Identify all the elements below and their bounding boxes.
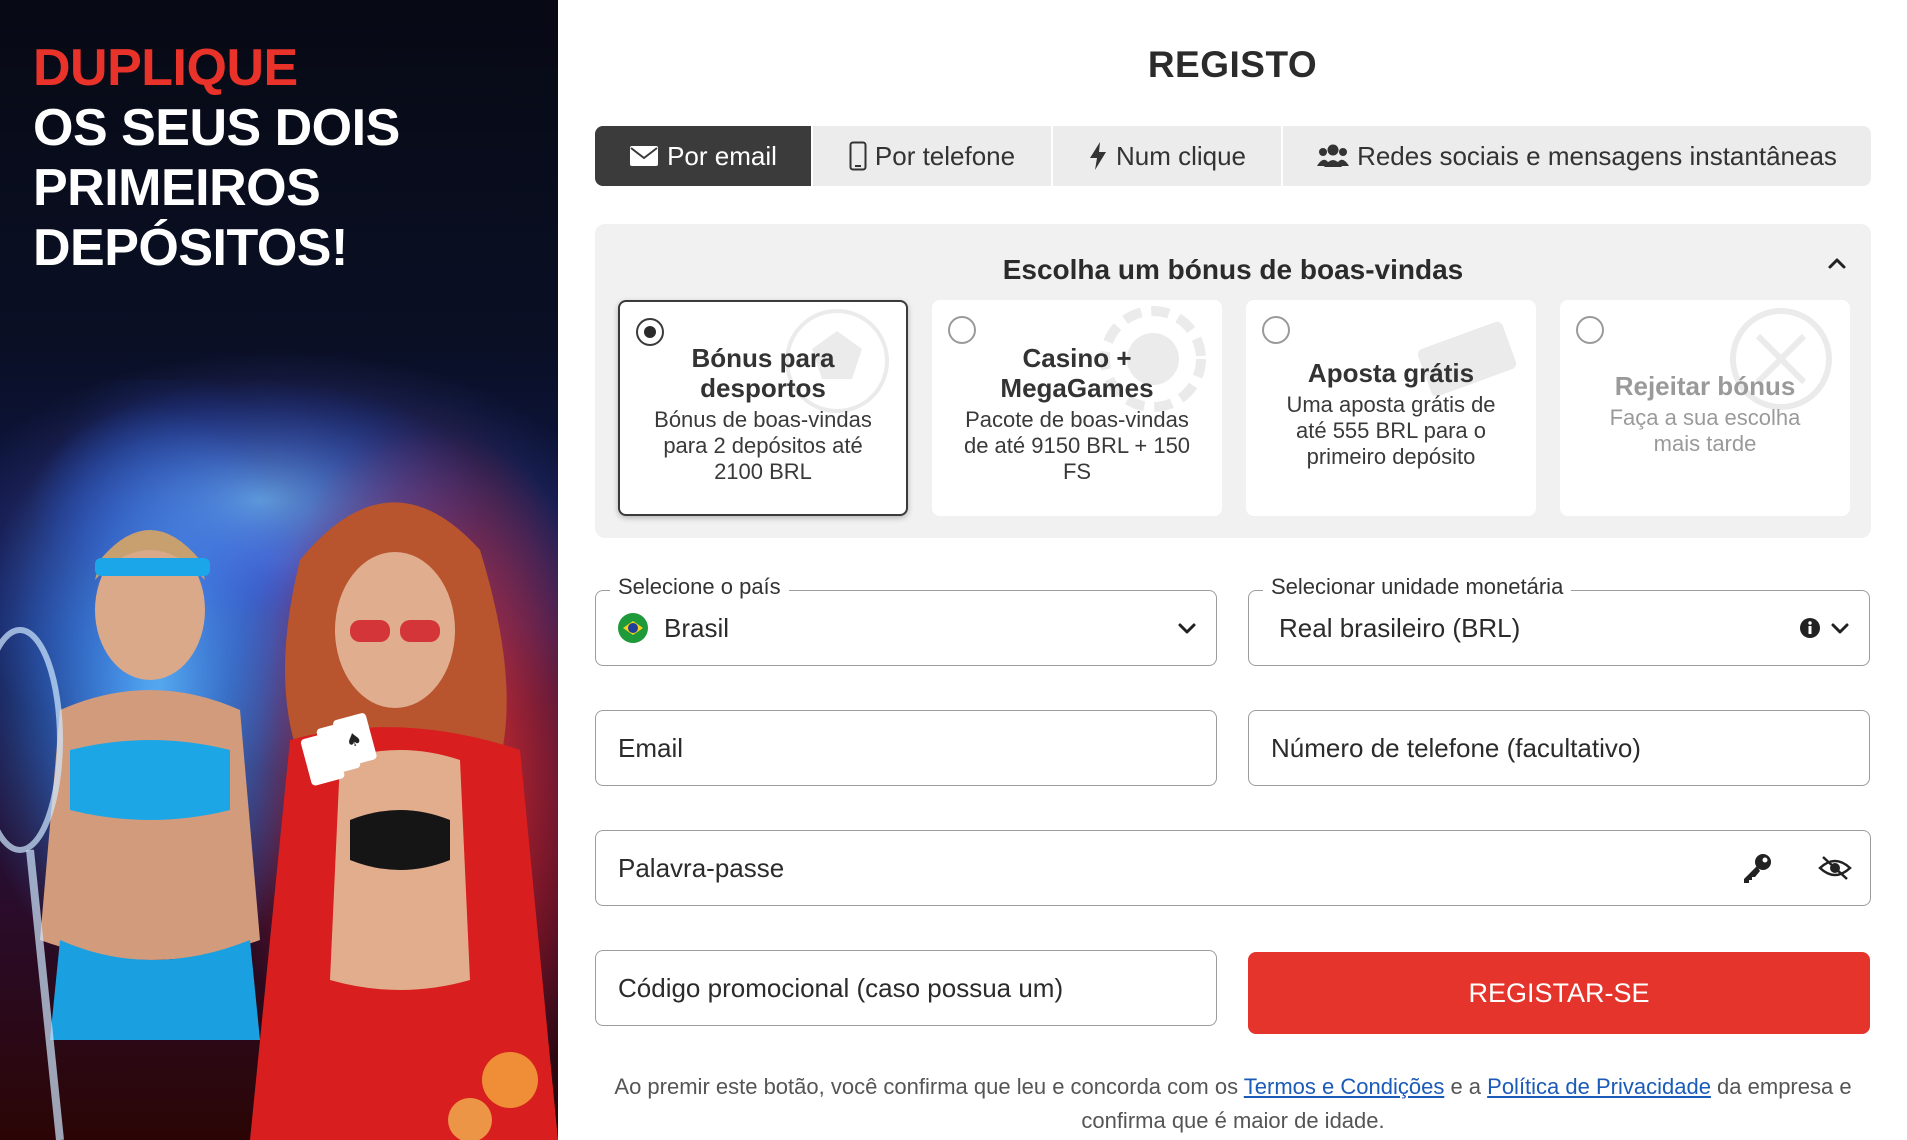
lightning-icon <box>1089 142 1106 170</box>
currency-select[interactable]: Selecionar unidade monetária Real brasil… <box>1248 574 1870 666</box>
bonus-radio-reject[interactable] <box>1576 316 1604 344</box>
bonus-section-title: Escolha um bónus de boas-vindas <box>1002 254 1464 285</box>
bonus-option-title: Rejeitar bónus <box>1614 371 1796 401</box>
bonus-radio-free-bet[interactable] <box>1262 316 1290 344</box>
terms-link[interactable]: Termos e Condições <box>1244 1074 1445 1099</box>
bonus-option-sports[interactable]: Bónus para desportos Bónus de boas-vinda… <box>618 300 908 516</box>
promo-headline: DUPLIQUE OS SEUS DOIS PRIMEIROS DEPÓSITO… <box>33 38 400 278</box>
promo-line-1: DUPLIQUE <box>33 39 298 97</box>
tab-one-click-label: Num clique <box>1115 140 1247 171</box>
promo-line-2: OS SEUS DOIS <box>33 99 400 157</box>
tab-email[interactable]: Por email <box>595 126 813 186</box>
password-placeholder: Palavra-passe <box>618 852 785 883</box>
bonus-option-title: Aposta grátis <box>1307 358 1475 388</box>
email-field[interactable]: Email <box>595 710 1217 786</box>
email-placeholder: Email <box>618 732 684 763</box>
brazil-flag-icon <box>618 613 648 643</box>
tab-social-label: Redes sociais e mensagens instantâneas <box>1357 140 1837 171</box>
eye-slash-icon[interactable] <box>1818 854 1852 882</box>
password-field[interactable]: Palavra-passe <box>595 830 1871 906</box>
bonus-radio-casino[interactable] <box>948 316 976 344</box>
currency-legend: Selecionar unidade monetária <box>1263 574 1572 600</box>
users-icon <box>1317 144 1350 167</box>
bonus-option-desc: Faça a sua escolha mais tarde <box>1609 405 1801 456</box>
chevron-down-icon <box>1178 623 1196 634</box>
bonus-option-reject[interactable]: Rejeitar bónus Faça a sua escolha mais t… <box>1560 300 1850 516</box>
legal-middle: e a <box>1444 1074 1488 1099</box>
register-button[interactable]: REGISTAR-SE <box>1248 952 1870 1034</box>
chevron-down-icon <box>1831 623 1849 634</box>
welcome-bonus-section: Escolha um bónus de boas-vindas Bónus pa… <box>595 224 1871 538</box>
country-value: Brasil <box>664 612 730 643</box>
bonus-option-casino[interactable]: Casino + MegaGames Pacote de boas-vindas… <box>932 300 1222 516</box>
envelope-icon <box>630 146 659 166</box>
phone-field[interactable]: Número de telefone (facultativo) <box>1248 710 1870 786</box>
promo-code-field[interactable]: Código promocional (caso possua um) <box>595 950 1217 1026</box>
bonus-option-desc: Bónus de boas-vindas para 2 depósitos at… <box>654 407 872 484</box>
promo-illustration: ♠ <box>0 380 558 1140</box>
currency-value: Real brasileiro (BRL) <box>1279 612 1521 643</box>
chevron-up-icon[interactable] <box>1825 252 1849 276</box>
tab-one-click[interactable]: Num clique <box>1053 126 1283 186</box>
legal-notice: Ao premir este botão, você confirma que … <box>595 1070 1871 1138</box>
tab-social[interactable]: Redes sociais e mensagens instantâneas <box>1283 126 1871 186</box>
key-icon[interactable] <box>1740 851 1774 885</box>
country-legend: Selecione o país <box>610 574 789 600</box>
promo-line-4: DEPÓSITOS! <box>33 219 348 277</box>
page-title: REGISTO <box>1147 44 1318 85</box>
country-select[interactable]: Selecione o país Brasil <box>595 574 1217 666</box>
phone-placeholder: Número de telefone (facultativo) <box>1271 732 1641 763</box>
bonus-option-desc: Pacote de boas-vindas de até 9150 BRL + … <box>963 407 1191 484</box>
info-icon[interactable] <box>1799 617 1821 639</box>
phone-icon <box>849 141 867 171</box>
promo-line-3: PRIMEIROS <box>33 159 321 217</box>
tab-phone-label: Por telefone <box>874 140 1016 171</box>
promo-banner: DUPLIQUE OS SEUS DOIS PRIMEIROS DEPÓSITO… <box>0 0 558 1140</box>
bonus-option-free-bet[interactable]: Aposta grátis Uma aposta grátis de até 5… <box>1246 300 1536 516</box>
tab-email-label: Por email <box>667 140 777 171</box>
promo-code-placeholder: Código promocional (caso possua um) <box>618 972 1064 1003</box>
registration-method-tabs: Por email Por telefone Num clique Redes … <box>595 126 1871 186</box>
bonus-option-title: Casino + MegaGames <box>1000 343 1154 403</box>
bonus-option-desc: Uma aposta grátis de até 555 BRL para o … <box>1286 392 1496 469</box>
legal-prefix: Ao premir este botão, você confirma que … <box>614 1074 1244 1099</box>
bonus-option-title: Bónus para desportos <box>691 343 835 403</box>
bonus-radio-sports[interactable] <box>636 318 664 346</box>
tab-phone[interactable]: Por telefone <box>813 126 1053 186</box>
bonus-options: Bónus para desportos Bónus de boas-vinda… <box>618 300 1850 516</box>
privacy-link[interactable]: Política de Privacidade <box>1487 1074 1711 1099</box>
